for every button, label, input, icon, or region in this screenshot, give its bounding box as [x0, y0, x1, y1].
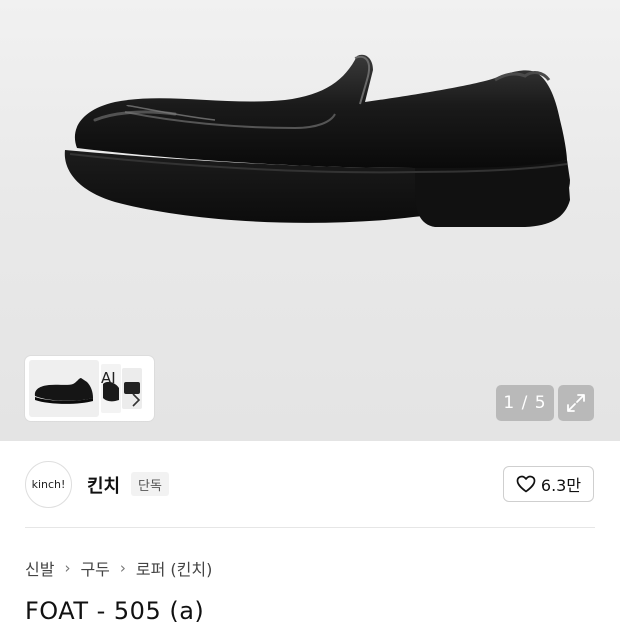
like-count: 6.3만 [540, 476, 582, 495]
divider [25, 527, 595, 528]
breadcrumb-item-loafers[interactable]: 로퍼 (킨치) [136, 556, 212, 580]
expand-icon [567, 394, 585, 412]
black-loafer-product-image [64, 54, 570, 227]
ai-label[interactable]: AI [101, 369, 116, 387]
thumbnail-1[interactable] [29, 360, 99, 417]
brand-name[interactable]: 킨치 [87, 472, 120, 498]
breadcrumb: 신발 › 구두 › 로퍼 (킨치) [25, 556, 212, 580]
like-button[interactable]: 6.3만 [503, 466, 594, 502]
loafer-thumbnail-icon [34, 378, 93, 404]
product-image-gallery[interactable]: AI 1 / 5 [0, 0, 620, 441]
product-title: FOAT - 505 (a) [25, 597, 205, 625]
heart-outline-icon [516, 475, 536, 493]
breadcrumb-item-dress-shoes[interactable]: 구두 [80, 556, 109, 580]
chevron-right-icon[interactable] [131, 393, 141, 407]
brand-logo[interactable]: kinch! [25, 461, 72, 508]
thumbnail-strip[interactable] [25, 356, 154, 421]
chevron-right-icon: › [119, 559, 126, 577]
expand-button[interactable] [558, 385, 594, 421]
chevron-right-icon: › [64, 559, 71, 577]
breadcrumb-item-shoes[interactable]: 신발 [25, 556, 54, 580]
exclusive-badge: 단독 [131, 472, 169, 496]
image-counter: 1 / 5 [496, 385, 554, 421]
